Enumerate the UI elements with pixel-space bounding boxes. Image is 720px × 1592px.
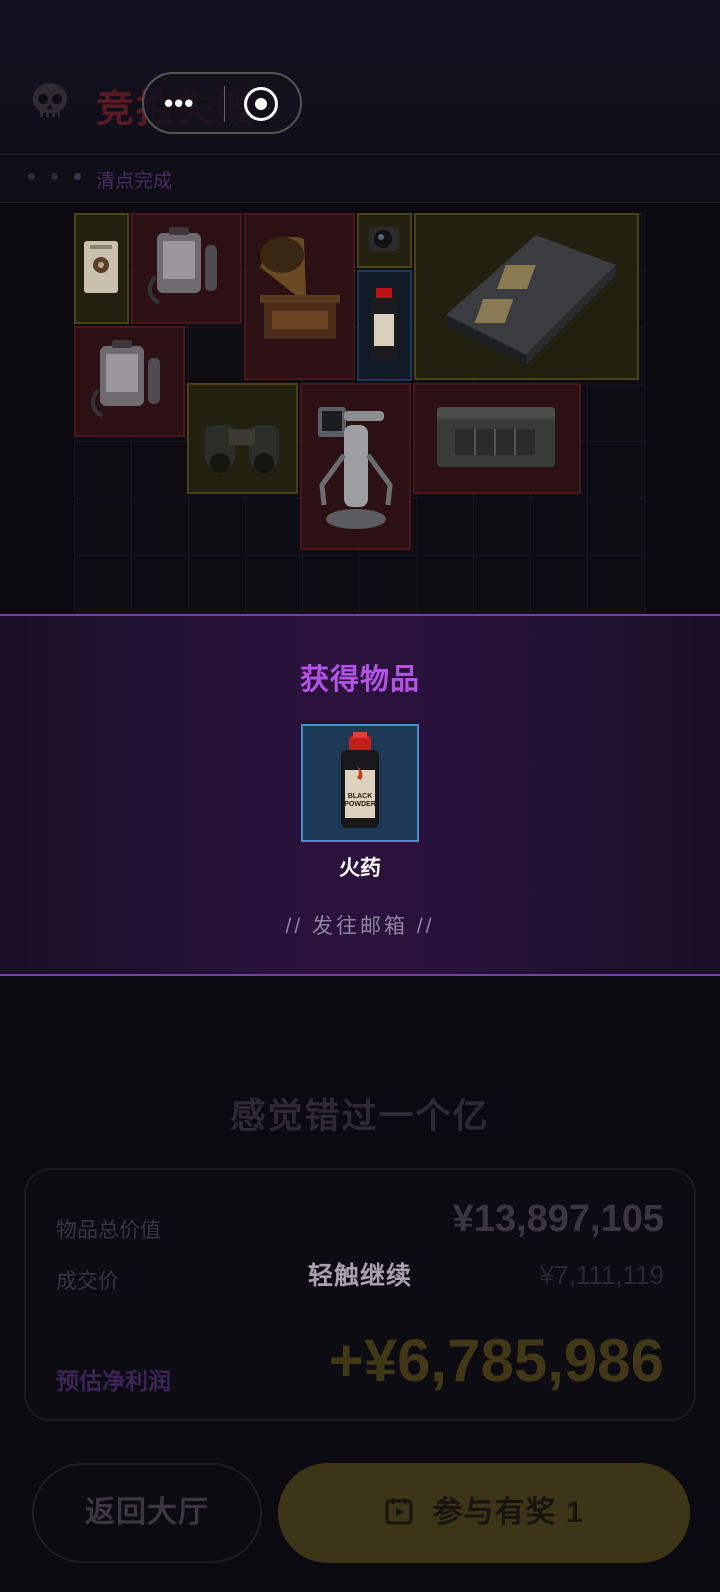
progress-dots: [28, 167, 97, 185]
black-powder-icon: [371, 288, 397, 360]
video-calendar-icon: [385, 1498, 413, 1525]
progress-dot: [51, 173, 58, 180]
obtained-item-name: 火药: [339, 857, 381, 880]
gramophone-icon: [260, 236, 340, 339]
label-line-1: BLACK: [348, 793, 373, 800]
profit-value: +¥6,785,986: [328, 1327, 664, 1394]
total-value-label: 物品总价值: [56, 1219, 161, 1242]
auction-result-screen[interactable]: 竞拍失败 ••• 清点完成: [0, 0, 720, 1592]
modal-title: 获得物品: [299, 664, 420, 696]
capsule-divider: [224, 86, 225, 122]
black-powder-icon: BLACK POWDER: [341, 732, 379, 828]
progress-dot: [28, 173, 35, 180]
slogan-text: 感觉错过一个亿: [230, 1097, 490, 1136]
oxygen-tank-icon: [90, 340, 160, 418]
robot-item[interactable]: [300, 383, 411, 550]
oxygen-tank-icon: [147, 227, 217, 305]
more-dots-icon[interactable]: •••: [164, 88, 194, 119]
crate-item[interactable]: [413, 383, 581, 494]
camera-lens-icon: [369, 227, 399, 251]
status-text: 清点完成: [96, 171, 173, 192]
speaker-item[interactable]: [74, 213, 129, 324]
inventory-grid: [74, 213, 646, 613]
back-to-lobby-button[interactable]: 返回大厅: [32, 1463, 262, 1563]
join-reward-button[interactable]: 参与有奖 1: [278, 1463, 690, 1563]
speaker-icon: [84, 241, 118, 293]
crate-icon: [437, 407, 555, 467]
skull-icon: [33, 83, 67, 118]
total-value: ¥13,897,105: [452, 1198, 664, 1240]
oxygen-tank-item[interactable]: [74, 326, 185, 437]
miniprogram-capsule: •••: [142, 72, 302, 134]
motherboard-item[interactable]: [414, 213, 639, 380]
join-reward-label: 参与有奖 1: [432, 1496, 584, 1529]
camera-lens-item[interactable]: [357, 213, 412, 268]
label-line-2: POWDER: [344, 801, 376, 808]
binoculars-icon: [205, 425, 279, 473]
oxygen-tank-item[interactable]: [131, 213, 242, 324]
obtained-item-slot: BLACK POWDER: [301, 724, 419, 842]
black-powder-item[interactable]: [357, 270, 412, 381]
tap-to-continue-hint[interactable]: 轻触继续: [0, 1256, 720, 1292]
binoculars-item[interactable]: [187, 383, 298, 494]
status-divider: [0, 202, 720, 203]
mail-hint: // 发往邮箱 //: [285, 915, 435, 938]
target-close-icon[interactable]: [244, 87, 278, 121]
gramophone-item[interactable]: [244, 213, 355, 380]
obtained-item-modal[interactable]: 获得物品 BLACK POWDER 火药 // 发往邮箱 //: [0, 614, 720, 976]
progress-dot: [74, 173, 81, 180]
robot-icon: [318, 407, 393, 529]
profit-label: 预估净利润: [56, 1368, 171, 1394]
motherboard-icon: [446, 235, 616, 365]
